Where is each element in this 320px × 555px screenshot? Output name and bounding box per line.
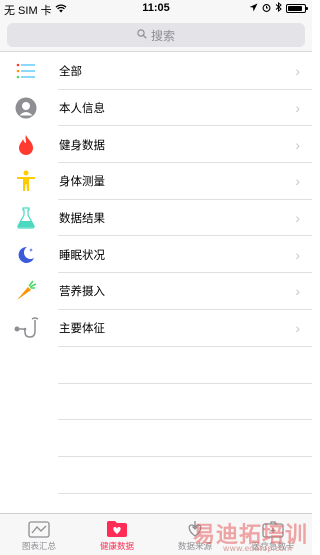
category-label: 数据结果 xyxy=(59,213,105,226)
flame-icon xyxy=(0,134,52,156)
category-row-vitals[interactable]: 主要体征 › xyxy=(0,310,312,347)
chevron-right-icon: › xyxy=(295,283,300,300)
tab-label: 健康数据 xyxy=(99,541,134,551)
search-icon xyxy=(137,28,147,42)
carrot-icon xyxy=(0,280,52,302)
chevron-right-icon: › xyxy=(295,173,300,190)
category-label: 主要体征 xyxy=(59,323,105,336)
status-bar: 无 SIM 卡 11:05 xyxy=(0,0,312,18)
empty-row xyxy=(58,384,312,421)
tab-dashboard[interactable]: 图表汇总 xyxy=(0,514,78,555)
flask-icon xyxy=(0,207,52,229)
body-icon xyxy=(0,170,52,192)
chart-icon xyxy=(27,520,51,538)
tab-health-data[interactable]: 健康数据 xyxy=(78,514,156,555)
watermark-url: www.edatop.com xyxy=(222,544,292,553)
empty-row xyxy=(58,457,312,494)
category-list: 全部 › 本人信息 › 健身数据 › 身体测量 › 数据结果 › 睡眠状况 › … xyxy=(0,53,312,347)
category-label: 睡眠状况 xyxy=(59,249,105,262)
status-right xyxy=(249,1,308,15)
category-label: 全部 xyxy=(59,66,82,79)
category-label: 本人信息 xyxy=(59,103,105,116)
tab-label: 图表汇总 xyxy=(21,541,56,551)
category-row-body-measurements[interactable]: 身体测量 › xyxy=(0,163,312,200)
category-label: 营养摄入 xyxy=(59,286,105,299)
bluetooth-icon xyxy=(275,1,282,15)
alarm-icon xyxy=(262,3,271,15)
moon-icon xyxy=(0,245,52,265)
stethoscope-icon xyxy=(0,317,52,339)
category-row-fitness[interactable]: 健身数据 › xyxy=(0,126,312,164)
category-row-results[interactable]: 数据结果 › xyxy=(0,200,312,237)
battery-icon xyxy=(286,4,308,13)
empty-row xyxy=(58,347,312,384)
health-folder-icon xyxy=(105,520,129,538)
empty-row xyxy=(58,420,312,458)
chevron-right-icon: › xyxy=(295,210,300,227)
chevron-right-icon: › xyxy=(295,320,300,337)
chevron-right-icon: › xyxy=(295,100,300,117)
category-row-personal-info[interactable]: 本人信息 › xyxy=(0,90,312,127)
category-label: 身体测量 xyxy=(59,176,105,189)
category-row-nutrition[interactable]: 营养摄入 › xyxy=(0,273,312,310)
search-placeholder: 搜索 xyxy=(150,28,175,43)
person-icon xyxy=(0,97,52,119)
chevron-right-icon: › xyxy=(295,246,300,263)
category-label: 健身数据 xyxy=(59,139,105,152)
location-icon xyxy=(249,3,258,15)
category-row-sleep[interactable]: 睡眠状况 › xyxy=(0,236,312,274)
chevron-right-icon: › xyxy=(295,136,300,153)
category-row-all[interactable]: 全部 › xyxy=(0,53,312,90)
search-input[interactable]: 搜索 xyxy=(7,23,305,47)
empty-rows xyxy=(58,347,312,494)
list-icon xyxy=(0,63,52,79)
chevron-right-icon: › xyxy=(295,63,300,80)
search-bar: 搜索 xyxy=(0,18,312,52)
